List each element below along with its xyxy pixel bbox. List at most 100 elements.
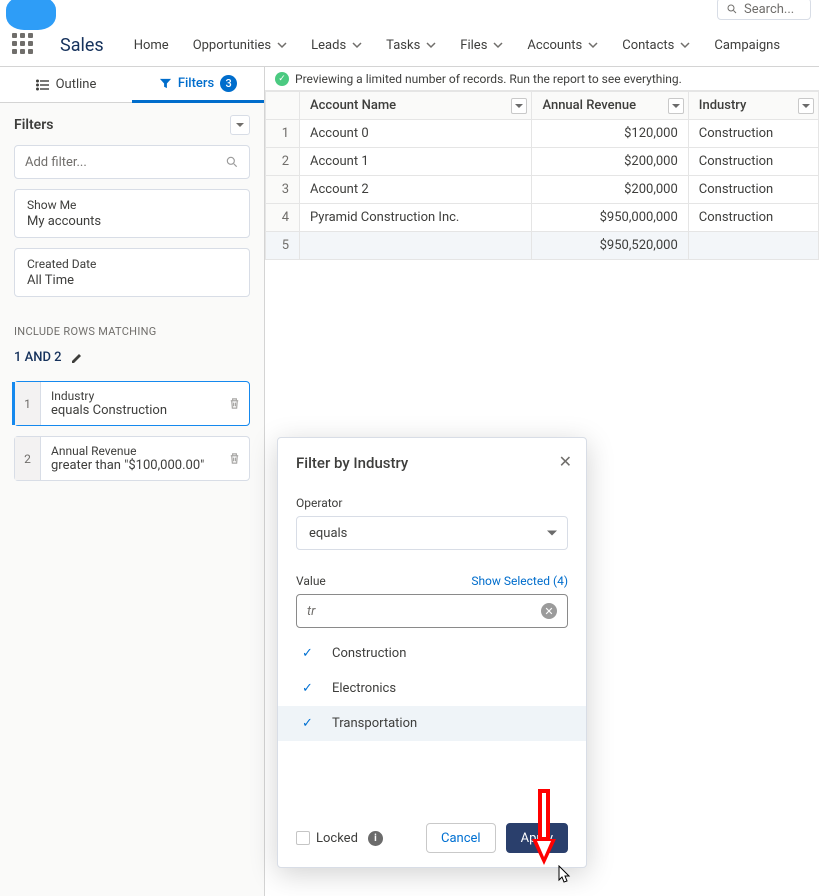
created-date-card[interactable]: Created Date All Time <box>14 248 250 297</box>
cursor-icon <box>556 865 574 891</box>
locked-checkbox[interactable]: Locked <box>296 831 358 846</box>
cell-industry: Construction <box>688 148 818 176</box>
row-number: 5 <box>266 232 300 260</box>
table-row: 4Pyramid Construction Inc.$950,000,000Co… <box>266 204 819 232</box>
cell-revenue: $950,520,000 <box>532 232 688 260</box>
filter-logic-text: 1 AND 2 <box>14 350 62 365</box>
check-icon: ✓ <box>302 681 318 696</box>
table-row: 3Account 2$200,000Construction <box>266 176 819 204</box>
app-name: Sales <box>60 35 104 56</box>
cell-account: Account 2 <box>300 176 532 204</box>
nav-campaigns[interactable]: Campaigns <box>714 38 780 53</box>
search-placeholder: Search... <box>744 2 794 17</box>
nav-files[interactable]: Files <box>460 38 503 53</box>
caret-down-icon <box>547 528 557 538</box>
row-number: 1 <box>266 120 300 148</box>
filters-menu-button[interactable] <box>230 115 250 135</box>
table-row: 1Account 0$120,000Construction <box>266 120 819 148</box>
delete-filter-1[interactable] <box>219 382 249 425</box>
option-transportation[interactable]: ✓Transportation <box>278 706 586 741</box>
nav-contacts[interactable]: Contacts <box>622 38 690 53</box>
filter-row-1[interactable]: 1 Industryequals Construction <box>14 381 250 426</box>
cell-revenue: $120,000 <box>532 120 688 148</box>
filter-row-number: 2 <box>15 437 41 480</box>
check-icon: ✓ <box>302 646 318 661</box>
cell-revenue: $950,000,000 <box>532 204 688 232</box>
search-icon <box>726 3 738 15</box>
add-filter-placeholder: Add filter... <box>25 155 87 170</box>
filters-count-badge: 3 <box>220 75 237 92</box>
row-number: 4 <box>266 204 300 232</box>
preview-message: Previewing a limited number of records. … <box>295 72 682 86</box>
close-popover-icon[interactable]: ✕ <box>559 452 572 471</box>
salesforce-logo <box>6 0 56 30</box>
cell-account: Account 0 <box>300 120 532 148</box>
trash-icon <box>228 452 241 465</box>
filter-row-number: 1 <box>12 382 41 425</box>
row-number: 3 <box>266 176 300 204</box>
cell-industry: Construction <box>688 176 818 204</box>
nav-leads[interactable]: Leads <box>311 38 362 53</box>
cell-account <box>300 232 532 260</box>
chevron-down-icon <box>588 40 598 50</box>
trash-icon <box>228 397 241 410</box>
value-input[interactable] <box>307 604 541 619</box>
col-account-name[interactable]: Account Name <box>300 92 532 120</box>
cell-account: Account 1 <box>300 148 532 176</box>
info-icon[interactable]: i <box>368 831 383 846</box>
row-number: 2 <box>266 148 300 176</box>
show-selected-link[interactable]: Show Selected (4) <box>471 574 568 588</box>
nav-accounts[interactable]: Accounts <box>527 38 598 53</box>
caret-down-icon <box>236 121 244 129</box>
add-filter-input[interactable]: Add filter... <box>14 145 250 179</box>
chevron-down-icon <box>493 40 503 50</box>
col-rownum <box>266 92 300 120</box>
col-filter-button[interactable] <box>668 98 684 114</box>
app-launcher-icon[interactable] <box>12 33 36 57</box>
nav-home[interactable]: Home <box>134 38 169 53</box>
value-label: Value <box>296 574 326 588</box>
nav-tasks[interactable]: Tasks <box>386 38 436 53</box>
success-icon: ✓ <box>275 72 289 86</box>
popover-title: Filter by Industry <box>296 454 568 472</box>
cancel-button[interactable]: Cancel <box>426 823 496 853</box>
search-icon <box>225 155 239 169</box>
clear-input-icon[interactable]: ✕ <box>541 603 557 619</box>
apply-button[interactable]: Apply <box>506 823 568 853</box>
nav-opportunities[interactable]: Opportunities <box>193 38 287 53</box>
check-icon: ✓ <box>302 716 318 731</box>
global-search[interactable]: Search... <box>717 0 811 20</box>
tab-filters[interactable]: Filters 3 <box>132 67 264 103</box>
col-filter-button[interactable] <box>511 98 527 114</box>
operator-select[interactable]: equals <box>296 516 568 550</box>
cell-account: Pyramid Construction Inc. <box>300 204 532 232</box>
filter-icon <box>159 77 172 90</box>
table-row: 2Account 1$200,000Construction <box>266 148 819 176</box>
chevron-down-icon <box>680 40 690 50</box>
cell-industry <box>688 232 818 260</box>
chevron-down-icon <box>277 40 287 50</box>
cell-industry: Construction <box>688 120 818 148</box>
report-table: Account Name Annual Revenue Industry 1Ac… <box>265 91 819 260</box>
filters-heading: Filters <box>14 117 53 133</box>
table-row: 5 $950,520,000 <box>266 232 819 260</box>
edit-logic-icon[interactable] <box>70 351 84 365</box>
option-construction[interactable]: ✓Construction <box>278 636 586 671</box>
cell-industry: Construction <box>688 204 818 232</box>
chevron-down-icon <box>352 40 362 50</box>
chevron-down-icon <box>426 40 436 50</box>
cell-revenue: $200,000 <box>532 176 688 204</box>
col-industry[interactable]: Industry <box>688 92 818 120</box>
option-electronics[interactable]: ✓Electronics <box>278 671 586 706</box>
tab-outline[interactable]: Outline <box>0 67 132 102</box>
col-filter-button[interactable] <box>798 98 814 114</box>
showme-card[interactable]: Show Me My accounts <box>14 189 250 238</box>
operator-label: Operator <box>296 496 568 510</box>
cell-revenue: $200,000 <box>532 148 688 176</box>
value-input-wrapper[interactable]: ✕ <box>296 594 568 628</box>
col-annual-revenue[interactable]: Annual Revenue <box>532 92 688 120</box>
delete-filter-2[interactable] <box>219 437 249 480</box>
include-rows-label: INCLUDE ROWS MATCHING <box>14 325 250 338</box>
list-icon <box>36 78 50 92</box>
filter-row-2[interactable]: 2 Annual Revenuegreater than "$100,000.0… <box>14 436 250 481</box>
